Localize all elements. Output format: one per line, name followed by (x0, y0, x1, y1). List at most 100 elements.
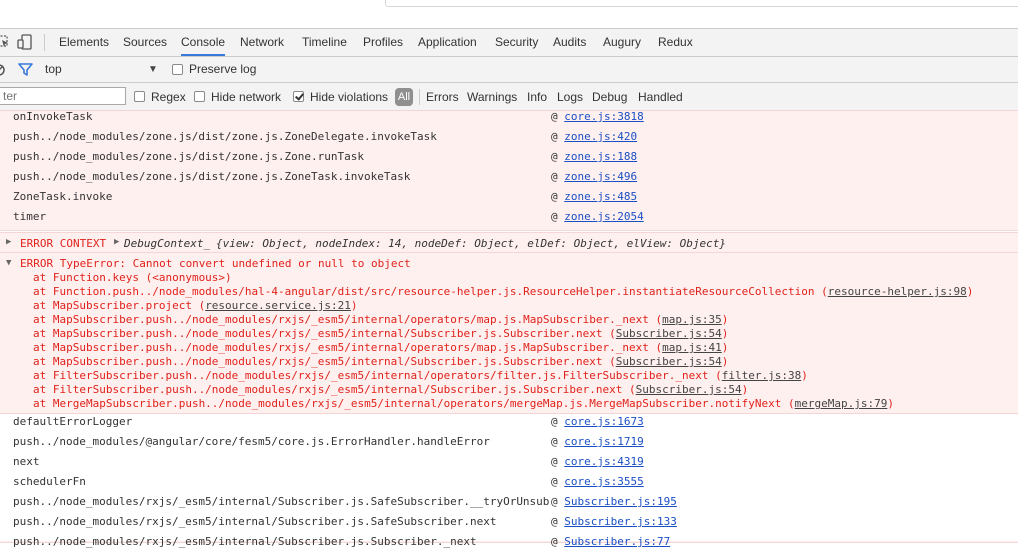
tab-profiles[interactable]: Profiles (363, 29, 403, 56)
stack-location: @ zone.js:420 (551, 130, 638, 143)
level-all-button[interactable]: All (395, 88, 413, 106)
source-link[interactable]: resource.service.js:21 (205, 299, 351, 312)
source-link[interactable]: core.js:1719 (564, 435, 643, 448)
source-link[interactable]: Subscriber.js:54 (616, 355, 722, 368)
stack-function: push../node_modules/rxjs/_esm5/internal/… (13, 495, 550, 508)
stack-function: timer (13, 210, 47, 223)
debug-context-object[interactable]: DebugContext_ (124, 234, 210, 254)
error-frame: at MapSubscriber.push../node_modules/rxj… (33, 327, 729, 340)
tab-elements[interactable]: Elements (59, 29, 109, 56)
source-link[interactable]: zone.js:2054 (564, 210, 643, 223)
regex-checkbox[interactable] (134, 91, 145, 102)
tab-sources[interactable]: Sources (123, 29, 167, 56)
stack-location: @ zone.js:188 (551, 150, 638, 163)
console-context-bar: top ▼ Preserve log (0, 57, 1018, 83)
browser-page-area (0, 0, 1018, 29)
error-frame: at MapSubscriber.push../node_modules/rxj… (33, 341, 729, 354)
source-link[interactable]: core.js:1673 (564, 415, 643, 428)
tab-audits[interactable]: Audits (553, 29, 586, 56)
debug-context-details: {view: Object, nodeIndex: 14, nodeDef: O… (216, 237, 726, 250)
stack-location: @ zone.js:496 (551, 170, 638, 183)
stack-location: @ Subscriber.js:77 (551, 535, 671, 548)
stack-function: schedulerFn (13, 475, 86, 488)
error-frame: at Function.push../node_modules/hal-4-an… (33, 285, 974, 298)
regex-label: Regex (151, 90, 186, 104)
stack-location: @ core.js:1719 (551, 435, 644, 448)
hide-violations-checkbox[interactable] (293, 91, 304, 102)
chevron-down-icon[interactable]: ▼ (148, 57, 158, 82)
tab-timeline[interactable]: Timeline (302, 29, 347, 56)
source-link[interactable]: Subscriber.js:54 (616, 327, 722, 340)
hide-violations-label: Hide violations (310, 90, 389, 104)
stack-function: ZoneTask.invoke (13, 190, 113, 203)
error-context-label: ERROR CONTEXT (20, 237, 107, 250)
stack-function: push../node_modules/zone.js/dist/zone.js… (13, 150, 364, 163)
source-link[interactable]: map.js:35 (662, 313, 722, 326)
device-toolbar-icon[interactable] (17, 34, 33, 53)
inspect-element-icon[interactable] (0, 34, 10, 53)
preserve-log-checkbox[interactable] (172, 64, 183, 75)
source-link[interactable]: zone.js:496 (564, 170, 637, 183)
error-frame: at MapSubscriber.project (resource.servi… (33, 299, 358, 312)
level-errors-button[interactable]: Errors (426, 83, 459, 111)
source-link[interactable]: Subscriber.js:195 (564, 495, 677, 508)
stack-function: push../node_modules/@angular/core/fesm5/… (13, 435, 490, 448)
level-info-button[interactable]: Info (527, 83, 547, 111)
source-link[interactable]: filter.js:38 (722, 369, 801, 382)
source-link[interactable]: Subscriber.js:77 (564, 535, 670, 548)
context-selector[interactable]: top (45, 57, 62, 82)
stack-location: @ Subscriber.js:195 (551, 495, 677, 508)
hide-network-checkbox[interactable] (194, 91, 205, 102)
stack-location: @ core.js:1673 (551, 415, 644, 428)
filter-divider (419, 89, 420, 105)
clear-console-icon[interactable] (0, 63, 7, 77)
tab-application[interactable]: Application (418, 29, 477, 56)
error-frame: at Function.keys (<anonymous>) (33, 271, 232, 284)
source-link[interactable]: core.js:3818 (564, 110, 643, 123)
stack-function: defaultErrorLogger (13, 415, 133, 428)
source-link[interactable]: core.js:4319 (564, 455, 643, 468)
error-frame: at MergeMapSubscriber.push../node_module… (33, 397, 894, 410)
source-link[interactable]: zone.js:420 (564, 130, 637, 143)
stack-location: @ zone.js:485 (551, 190, 638, 203)
source-link[interactable]: resource-helper.js:98 (828, 285, 967, 298)
expand-arrow-icon[interactable]: ▶ (6, 237, 11, 247)
stack-function: push../node_modules/rxjs/_esm5/internal/… (13, 515, 497, 528)
tab-redux[interactable]: Redux (658, 29, 693, 56)
collapse-arrow-icon[interactable]: ▼ (6, 258, 11, 268)
source-link[interactable]: Subscriber.js:54 (636, 383, 742, 396)
devtools-tab-bar: Elements Sources Console Network Timelin… (0, 29, 1018, 57)
tab-network[interactable]: Network (240, 29, 284, 56)
stack-location: @ zone.js:2054 (551, 210, 644, 223)
console-filter-bar: Regex Hide network Hide violations All E… (0, 83, 1018, 112)
source-link[interactable]: Subscriber.js:133 (564, 515, 677, 528)
source-link[interactable]: core.js:3555 (564, 475, 643, 488)
level-warnings-button[interactable]: Warnings (467, 83, 517, 111)
filter-icon[interactable] (18, 62, 33, 77)
stack-function: push../node_modules/zone.js/dist/zone.js… (13, 170, 411, 183)
stack-function: push../node_modules/rxjs/_esm5/internal/… (13, 535, 477, 548)
source-link[interactable]: zone.js:188 (564, 150, 637, 163)
toolbar-divider (44, 34, 45, 51)
page-input-box[interactable] (385, 0, 1018, 7)
error-frame: at MapSubscriber.push../node_modules/rxj… (33, 355, 729, 368)
tab-augury[interactable]: Augury (603, 29, 641, 56)
stack-function: onInvokeTask (13, 110, 93, 123)
stack-location: @ Subscriber.js:133 (551, 515, 677, 528)
filter-input[interactable] (0, 87, 126, 105)
error-frame: at FilterSubscriber.push../node_modules/… (33, 369, 808, 382)
error-frame: at FilterSubscriber.push../node_modules/… (33, 383, 749, 396)
stack-location: @ core.js:3818 (551, 110, 644, 123)
tab-console[interactable]: Console (181, 29, 226, 56)
expand-object-arrow-icon[interactable]: ▶ (114, 237, 119, 247)
error-frame: at MapSubscriber.push../node_modules/rxj… (33, 313, 729, 326)
source-link[interactable]: mergeMap.js:79 (795, 397, 888, 410)
source-link[interactable]: map.js:41 (662, 341, 722, 354)
stack-location: @ core.js:3555 (551, 475, 644, 488)
stack-function: next (13, 455, 40, 468)
stack-location: @ core.js:4319 (551, 455, 644, 468)
tab-security[interactable]: Security (495, 29, 538, 56)
console-output: onInvokeTask @ core.js:3818 push../node_… (0, 110, 1018, 548)
level-handled-button[interactable]: Handled (638, 83, 683, 111)
source-link[interactable]: zone.js:485 (564, 190, 637, 203)
